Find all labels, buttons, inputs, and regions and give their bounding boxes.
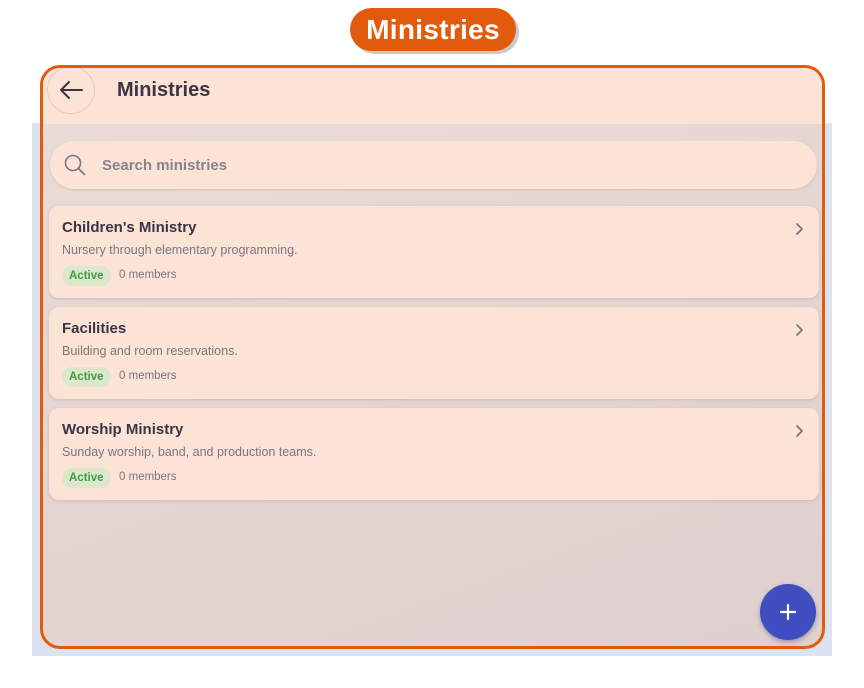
status-badge: Active [62, 468, 111, 488]
search-input[interactable] [102, 153, 782, 177]
page-banner: Ministries [350, 8, 516, 51]
ministry-card-childrens[interactable]: Children's Ministry Nursery through elem… [49, 206, 819, 298]
ministry-card-worship[interactable]: Worship Ministry Sunday worship, band, a… [49, 408, 819, 500]
app-window: Ministries Children's Ministry Nursery t… [40, 65, 825, 649]
member-count: 0 members [119, 370, 177, 382]
back-button[interactable] [47, 68, 95, 114]
page-banner-label: Ministries [366, 13, 500, 45]
chevron-right-icon [796, 324, 803, 336]
status-badge: Active [62, 367, 111, 387]
page-title: Ministries [117, 79, 211, 101]
ministry-description: Sunday worship, band, and production tea… [62, 445, 317, 459]
ministry-card-facilities[interactable]: Facilities Building and room reservation… [49, 307, 819, 399]
ministry-title: Facilities [62, 320, 127, 337]
search-icon [64, 154, 86, 176]
app-bar: Ministries [43, 68, 822, 124]
plus-icon [779, 603, 797, 621]
search-bar[interactable] [50, 141, 817, 189]
ministry-description: Building and room reservations. [62, 344, 238, 358]
ministry-description: Nursery through elementary programming. [62, 243, 298, 257]
chevron-right-icon [796, 425, 803, 437]
member-count: 0 members [119, 471, 177, 483]
ministry-title: Children's Ministry [62, 219, 197, 236]
member-count: 0 members [119, 269, 177, 281]
add-ministry-button[interactable] [760, 584, 816, 640]
arrow-left-icon [60, 81, 83, 99]
chevron-right-icon [796, 223, 803, 235]
ministry-title: Worship Ministry [62, 421, 184, 438]
status-badge: Active [62, 266, 111, 286]
